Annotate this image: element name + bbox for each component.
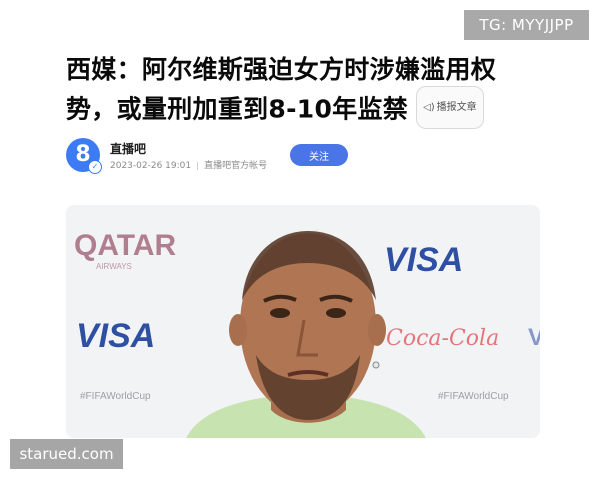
earring [372,361,380,369]
account-type: 直播吧官方帐号 [204,161,268,171]
follow-button[interactable]: 关注 [290,144,348,166]
qatar-logo: QATAR [74,229,177,262]
read-aloud-label: 播报文章 [436,102,477,113]
visa-logo-left: VISA [76,317,155,355]
hashtag-left: #FIFAWorldCup [80,391,151,402]
verified-icon: ✓ [88,160,102,174]
avatar[interactable]: 8 ✓ [66,138,102,174]
svg-text:V: V [528,324,540,351]
telegram-watermark: TG: MYYJJPP [464,10,589,40]
title-line-2: 势，或量刑加重到8-10年监禁 ◁) 播报文章 [66,86,536,132]
hashtag-right: #FIFAWorldCup [438,391,509,402]
author-meta: 2023-02-26 19:01 直播吧官方帐号 [110,158,267,171]
meta-divider [197,161,199,170]
author-row: 8 ✓ 直播吧 2023-02-26 19:01 直播吧官方帐号 关注 [66,136,536,176]
publish-date: 2023-02-26 19:01 [110,161,192,171]
speaker-icon: ◁) [423,102,435,113]
press-conference-photo: QATAR AIRWAYS VISA VISA Coca-Cola #FIFAW… [66,205,540,438]
article-title: 西媒：阿尔维斯强迫女方时涉嫌滥用权 势，或量刑加重到8-10年监禁 ◁) 播报文章 [66,50,536,132]
title-line-1: 西媒：阿尔维斯强迫女方时涉嫌滥用权 [66,55,497,84]
read-aloud-button[interactable]: ◁) 播报文章 [416,86,484,129]
coca-cola-logo: Coca-Cola [386,326,499,351]
site-watermark: starued.com [10,439,123,469]
article-photo: QATAR AIRWAYS VISA VISA Coca-Cola #FIFAW… [66,205,540,438]
visa-logo-top: VISA [384,241,463,279]
airways-text: AIRWAYS [96,262,132,271]
author-name[interactable]: 直播吧 [110,140,146,157]
title-line-2-text: 势，或量刑加重到8-10年监禁 [66,94,409,124]
